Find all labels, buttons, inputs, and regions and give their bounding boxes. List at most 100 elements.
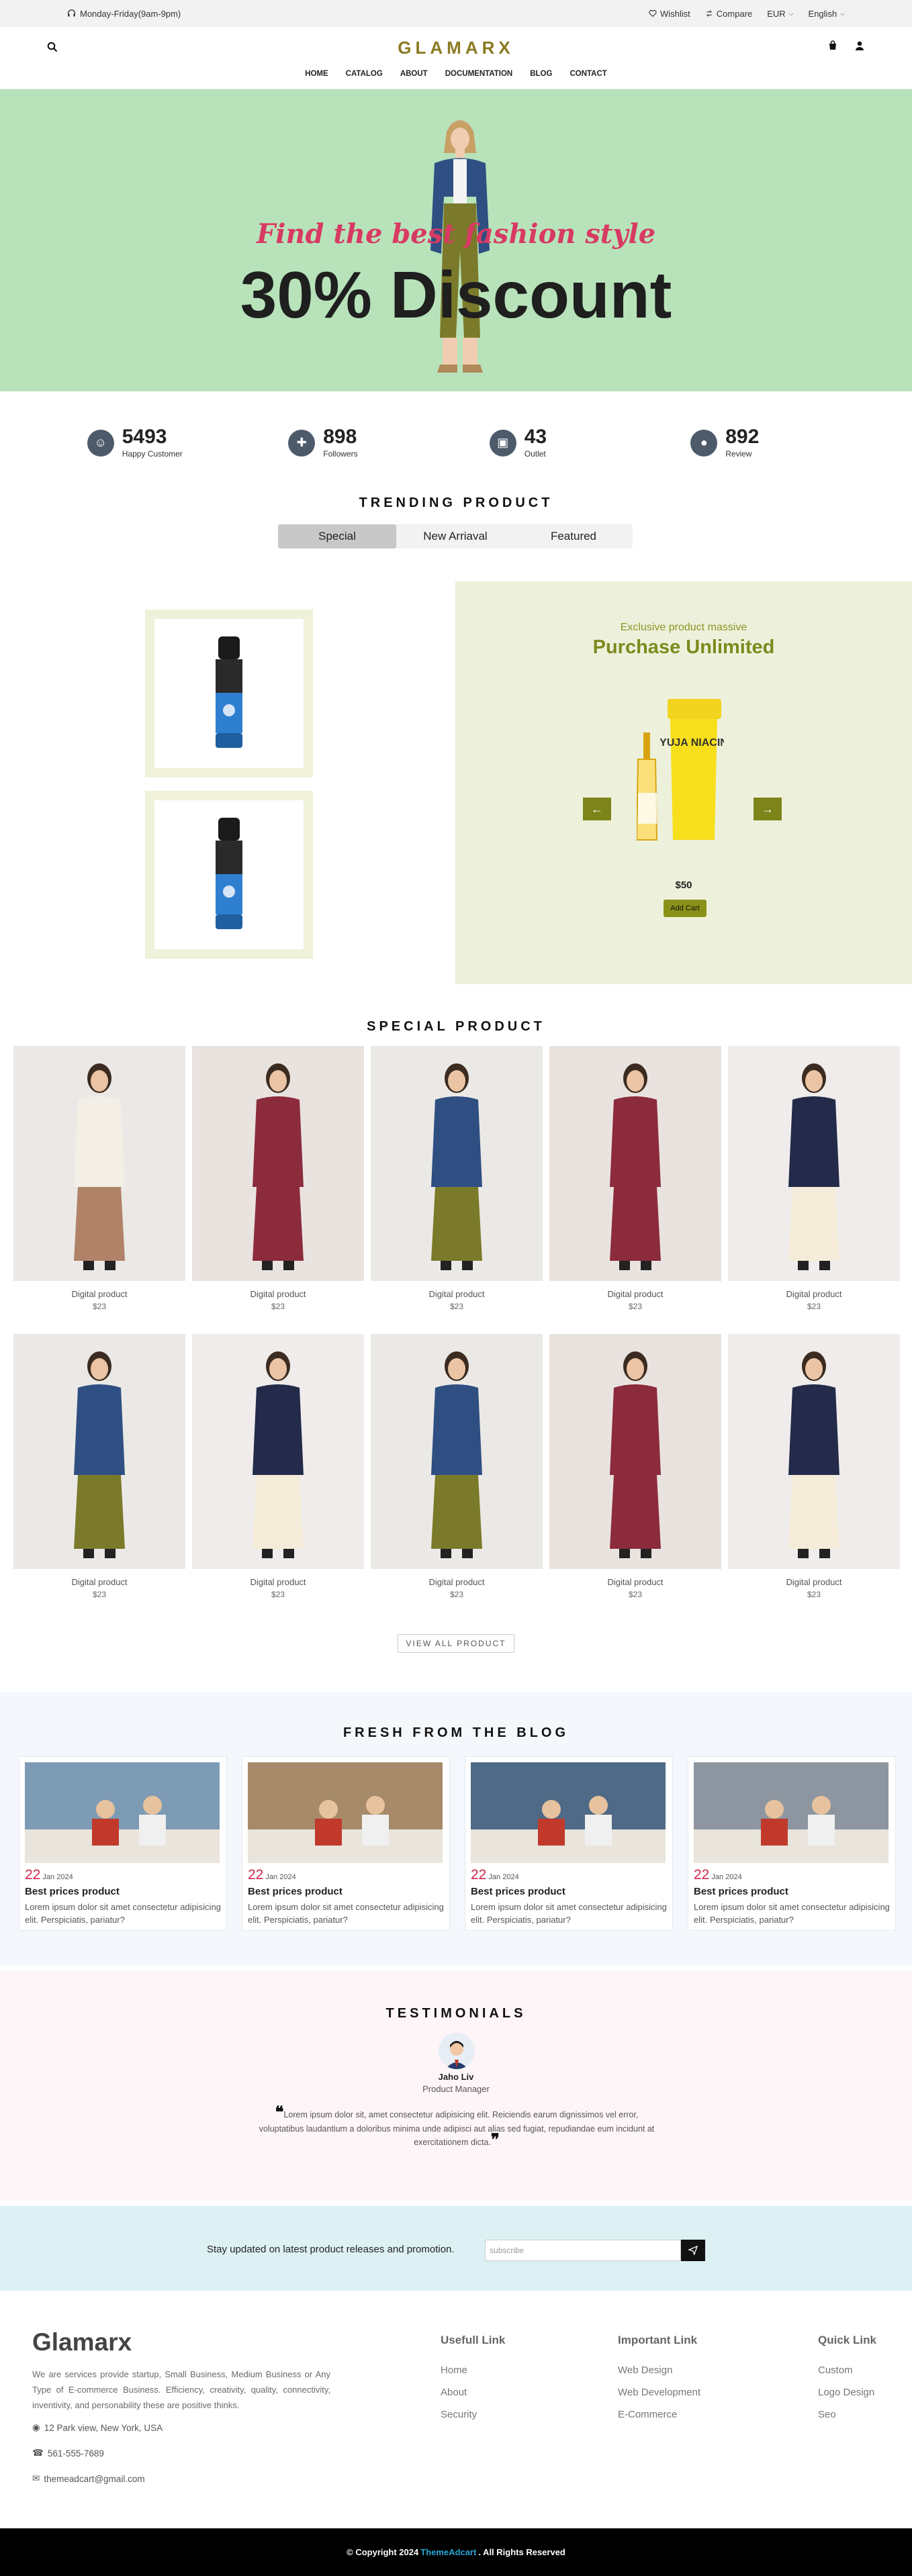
footer-link[interactable]: Logo Design bbox=[818, 2387, 876, 2398]
stat-followers: ✚ 898 Followers bbox=[288, 427, 422, 459]
product-card[interactable]: Digital product $23 bbox=[192, 1046, 364, 1311]
blog-day: 22 bbox=[694, 1867, 710, 1882]
footer-link[interactable]: About bbox=[441, 2387, 505, 2398]
trending-product-card[interactable] bbox=[145, 791, 313, 959]
nav-documentation[interactable]: DOCUMENTATION bbox=[445, 70, 513, 78]
product-name[interactable]: Digital product bbox=[549, 1577, 721, 1587]
footer-link[interactable]: Home bbox=[441, 2365, 505, 2376]
blog-date: 22 Jan 2024 bbox=[25, 1867, 221, 1883]
product-image[interactable] bbox=[371, 1046, 543, 1281]
blog-card[interactable]: 22 Jan 2024 Best prices product Lorem ipsu… bbox=[242, 1756, 450, 1931]
product-card[interactable]: Digital product $23 bbox=[13, 1046, 185, 1311]
product-name[interactable]: Digital product bbox=[371, 1289, 543, 1299]
product-name[interactable]: Digital product bbox=[13, 1577, 185, 1587]
blog-card[interactable]: 22 Jan 2024 Best prices product Lorem ipsu… bbox=[465, 1756, 673, 1931]
blog-image[interactable] bbox=[471, 1762, 666, 1863]
footer-link[interactable]: Seo bbox=[818, 2409, 876, 2420]
language-select[interactable]: English ⌵ bbox=[809, 9, 845, 19]
special-product-grid: Digital product $23 Digital product $23 Digi… bbox=[13, 1046, 900, 1311]
tab-special[interactable]: Special bbox=[278, 524, 396, 548]
wishlist-link[interactable]: Wishlist bbox=[649, 9, 690, 19]
product-image[interactable] bbox=[371, 1334, 543, 1569]
product-image[interactable] bbox=[549, 1334, 721, 1569]
footer-link[interactable]: Web Development bbox=[618, 2387, 700, 2398]
view-all-button[interactable]: VIEW ALL PRODUCT bbox=[398, 1634, 514, 1653]
product-card[interactable]: Digital product $23 bbox=[371, 1334, 543, 1599]
stat-value: 898 bbox=[323, 426, 357, 448]
footer-email[interactable]: ✉ themeadcart@gmail.com bbox=[32, 2473, 145, 2484]
compare-icon bbox=[706, 10, 713, 17]
top-bar: Monday-Friday(9am-9pm) Wishlist Compare … bbox=[0, 0, 912, 27]
subscribe-input[interactable]: subscribe bbox=[485, 2240, 681, 2261]
blog-image[interactable] bbox=[248, 1762, 443, 1863]
product-image[interactable] bbox=[13, 1046, 185, 1281]
product-card[interactable]: Digital product $23 bbox=[549, 1334, 721, 1599]
trending-product-card[interactable] bbox=[145, 610, 313, 777]
currency-select[interactable]: EUR ⌵ bbox=[767, 9, 793, 19]
product-card[interactable]: Digital product $23 bbox=[192, 1334, 364, 1599]
newsletter-text: Stay updated on latest product releases … bbox=[207, 2244, 455, 2255]
product-name[interactable]: Digital product bbox=[13, 1289, 185, 1299]
chevron-down-icon: ⌵ bbox=[840, 9, 845, 17]
nav-blog[interactable]: BLOG bbox=[530, 70, 552, 78]
footer-important-links: Important Link Web Design Web Developmen… bbox=[618, 2334, 700, 2431]
subscribe-button[interactable] bbox=[681, 2240, 705, 2261]
tab-new-arrival[interactable]: New Arriaval bbox=[396, 524, 514, 548]
blog-image[interactable] bbox=[25, 1762, 220, 1863]
stats-bar: ☺ 5493 Happy Customer ✚ 898 Followers ▣ 43… bbox=[0, 427, 912, 459]
product-card[interactable]: Digital product $23 bbox=[549, 1046, 721, 1311]
tab-featured[interactable]: Featured bbox=[514, 524, 633, 548]
product-image[interactable] bbox=[192, 1046, 364, 1281]
site-logo[interactable]: GLAMARX bbox=[0, 38, 912, 58]
blog-card[interactable]: 22 Jan 2024 Best prices product Lorem ipsu… bbox=[688, 1756, 896, 1931]
product-name[interactable]: Digital product bbox=[192, 1577, 364, 1587]
product-card[interactable]: Digital product $23 bbox=[13, 1334, 185, 1599]
compare-link[interactable]: Compare bbox=[705, 9, 752, 19]
blog-post-title[interactable]: Best prices product bbox=[248, 1886, 444, 1897]
heart-icon bbox=[649, 9, 657, 17]
footer-col-title: Quick Link bbox=[818, 2334, 876, 2346]
product-price: $23 bbox=[271, 1302, 285, 1311]
product-card[interactable]: Digital product $23 bbox=[728, 1046, 900, 1311]
arrow-left-icon[interactable]: ← bbox=[583, 798, 611, 820]
product-image[interactable] bbox=[192, 1334, 364, 1569]
blog-post-title[interactable]: Best prices product bbox=[25, 1886, 221, 1897]
special-title: SPECIAL PRODUCT bbox=[367, 1019, 545, 1034]
footer-link[interactable]: Web Design bbox=[618, 2365, 700, 2376]
product-card[interactable]: Digital product $23 bbox=[371, 1046, 543, 1311]
nav-about[interactable]: ABOUT bbox=[400, 70, 428, 78]
product-name[interactable]: Digital product bbox=[728, 1289, 900, 1299]
blog-post-title[interactable]: Best prices product bbox=[471, 1886, 667, 1897]
footer-link[interactable]: E-Commerce bbox=[618, 2409, 700, 2420]
copyright-bar: © Copyright 2024 ThemeAdcart . All Right… bbox=[0, 2528, 912, 2576]
product-image[interactable] bbox=[13, 1334, 185, 1569]
cart-icon[interactable] bbox=[827, 40, 838, 51]
nav-home[interactable]: HOME bbox=[305, 70, 328, 78]
footer-link[interactable]: Security bbox=[441, 2409, 505, 2420]
product-image[interactable] bbox=[728, 1046, 900, 1281]
smile-icon: ☺ bbox=[87, 429, 114, 457]
blog-month: Jan 2024 bbox=[488, 1873, 519, 1881]
footer-link[interactable]: Custom bbox=[818, 2365, 876, 2376]
trending-tabs: Special New Arriaval Featured bbox=[278, 524, 633, 548]
blog-card[interactable]: 22 Jan 2024 Best prices product Lorem ipsu… bbox=[19, 1756, 227, 1931]
product-name[interactable]: Digital product bbox=[192, 1289, 364, 1299]
product-image[interactable] bbox=[728, 1334, 900, 1569]
blog-image[interactable] bbox=[694, 1762, 888, 1863]
copyright-brand-link[interactable]: ThemeAdcart bbox=[420, 2547, 476, 2557]
user-icon[interactable] bbox=[854, 40, 865, 51]
product-name[interactable]: Digital product bbox=[371, 1577, 543, 1587]
blog-post-title[interactable]: Best prices product bbox=[694, 1886, 890, 1897]
product-image[interactable] bbox=[549, 1046, 721, 1281]
nav-catalog[interactable]: CATALOG bbox=[346, 70, 383, 78]
product-name[interactable]: Digital product bbox=[549, 1289, 721, 1299]
product-card[interactable]: Digital product $23 bbox=[728, 1334, 900, 1599]
footer-phone[interactable]: ☎ 561-555-7689 bbox=[32, 2448, 104, 2459]
product-name[interactable]: Digital product bbox=[728, 1577, 900, 1587]
stat-customers: ☺ 5493 Happy Customer bbox=[87, 427, 222, 459]
nav-contact[interactable]: CONTACT bbox=[569, 70, 606, 78]
footer-quick-links: Quick Link Custom Logo Design Seo bbox=[818, 2334, 876, 2431]
testimonial-text: Lorem ipsum dolor sit, amet consectetur … bbox=[259, 2110, 655, 2148]
arrow-right-icon[interactable]: → bbox=[754, 798, 782, 820]
add-cart-button[interactable]: Add Cart bbox=[664, 900, 706, 917]
